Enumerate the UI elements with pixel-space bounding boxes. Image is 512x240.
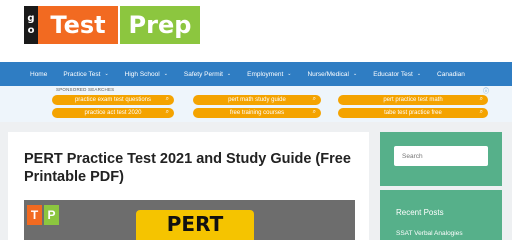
thumb-logo-t: T	[27, 205, 42, 225]
site-logo[interactable]: g o Test Prep	[24, 6, 200, 44]
nav-item-high-school[interactable]: High School ⌄	[117, 71, 176, 78]
nav-item-label: Safety Permit	[183, 70, 223, 78]
sponsored-pill[interactable]: pert math study guide ⌕	[193, 95, 321, 105]
sponsored-pill[interactable]: tabe test practice free ⌕	[338, 108, 488, 118]
search-icon: ⌕	[479, 109, 483, 115]
logo-prep: Prep	[120, 6, 200, 44]
thumb-logo-p: P	[44, 205, 59, 225]
sponsored-pill[interactable]: free training courses ⌕	[193, 108, 321, 118]
nav-item-label: Educator Test	[373, 70, 413, 78]
sponsored-pill[interactable]: practice act test 2020 ⌕	[52, 108, 174, 118]
search-icon: ⌕	[479, 96, 483, 102]
nav-item-nurse-medical[interactable]: Nurse/Medical ⌄	[299, 71, 365, 78]
main-nav: Home Practice Test ⌄ High School ⌄ Safety Per…	[0, 62, 512, 86]
nav-item-label: Nurse/Medical	[307, 70, 349, 78]
logo-go-bottom: o	[27, 25, 35, 36]
chevron-down-icon: ⌄	[104, 71, 109, 77]
sponsored-pill[interactable]: practice exam test questions ⌕	[52, 95, 174, 105]
nav-item-label: Practice Test	[63, 70, 101, 78]
pill-label: practice act test 2020	[84, 110, 142, 116]
nav-item-educator-test[interactable]: Educator Test ⌄	[365, 71, 429, 78]
nav-item-label: Home	[30, 70, 48, 78]
nav-item-practice-test[interactable]: Practice Test ⌄	[55, 71, 116, 78]
pill-label: pert math study guide	[228, 97, 286, 103]
pill-label: practice exam test questions	[74, 97, 152, 103]
search-icon: ⌕	[165, 96, 169, 102]
nav-item-employment[interactable]: Employment ⌄	[239, 71, 299, 78]
search-input[interactable]	[394, 146, 488, 166]
article-title: PERT Practice Test 2021 and Study Guide …	[24, 151, 351, 185]
featured-image[interactable]: T P PERT	[24, 200, 355, 240]
recent-post-link[interactable]: SSAT Verbal Analogies	[396, 230, 463, 237]
pill-label: pert practice test math	[383, 97, 443, 103]
info-icon[interactable]: ⓘ	[483, 86, 489, 95]
logo-go-block: g o	[24, 6, 38, 44]
search-icon: ⌕	[312, 96, 316, 102]
logo-go-top: g	[27, 13, 35, 24]
chevron-down-icon: ⌄	[353, 71, 358, 77]
logo-test: Test	[38, 6, 118, 44]
chevron-down-icon: ⌄	[287, 71, 292, 77]
pill-label: free training courses	[229, 110, 285, 116]
pill-label: tabe test practice free	[384, 110, 442, 116]
recent-posts-heading: Recent Posts	[396, 208, 444, 217]
sidebar-divider	[380, 186, 502, 190]
nav-item-label: High School	[124, 70, 160, 78]
nav-item-home[interactable]: Home	[22, 71, 55, 78]
chevron-down-icon: ⌄	[416, 71, 422, 77]
chevron-down-icon: ⌄	[163, 71, 168, 77]
nav-item-label: Employment	[247, 70, 284, 78]
sponsored-pill[interactable]: pert practice test math ⌕	[338, 95, 488, 105]
chevron-down-icon: ⌄	[226, 71, 232, 77]
pert-badge: PERT	[136, 210, 254, 240]
nav-item-label: Canadian	[437, 70, 465, 78]
nav-item-canadian[interactable]: Canadian	[429, 71, 473, 78]
sponsored-label: SPONSORED SEARCHES	[56, 87, 115, 92]
nav-item-safety-permit[interactable]: Safety Permit ⌄	[176, 71, 239, 78]
search-icon: ⌕	[165, 109, 169, 115]
search-icon: ⌕	[312, 109, 316, 115]
